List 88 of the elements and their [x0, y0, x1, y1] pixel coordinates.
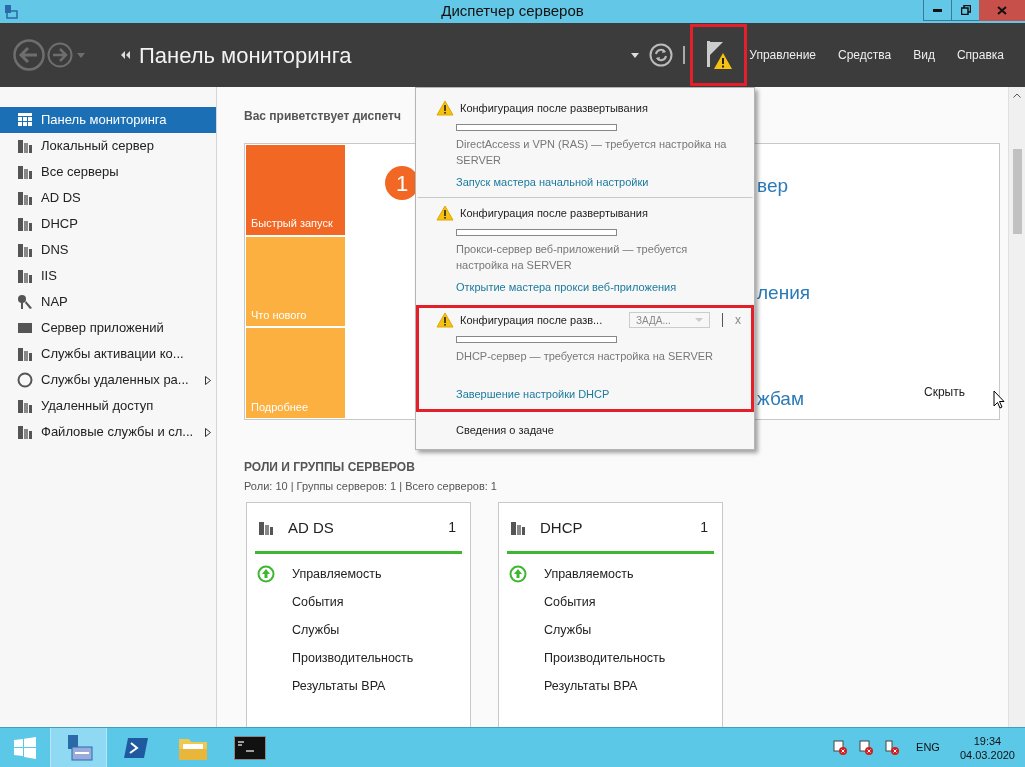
- language-indicator[interactable]: ENG: [916, 739, 940, 756]
- refresh-button[interactable]: [649, 43, 674, 67]
- forward-button[interactable]: [47, 42, 73, 68]
- role-link[interactable]: Управляемость: [544, 564, 634, 584]
- minimize-button[interactable]: [923, 0, 951, 21]
- sidebar-item[interactable]: DNS: [0, 237, 216, 263]
- role-link[interactable]: Результаты BPA: [544, 676, 638, 696]
- terminal-icon: [233, 735, 266, 760]
- notification-title: Конфигурация после развертывания: [460, 205, 648, 221]
- sidebar-item[interactable]: Файловые службы и сл...: [0, 419, 216, 445]
- roles-summary: Роли: 10 | Группы серверов: 1 | Всего серверов: 1: [244, 479, 498, 494]
- taskbar-button[interactable]: [50, 727, 107, 767]
- notification-link[interactable]: Открытие мастера прокси веб-приложения: [456, 279, 677, 296]
- minimize-icon: [933, 8, 942, 12]
- scroll-thumb[interactable]: [1012, 149, 1022, 234]
- role-link[interactable]: Производительность: [544, 648, 666, 668]
- dismiss-button[interactable]: x: [735, 311, 741, 329]
- close-icon: [997, 6, 1007, 15]
- window-icon: [17, 320, 33, 336]
- notification-title: Конфигурация после разв...: [460, 312, 603, 328]
- warning-icon: [436, 312, 454, 328]
- sidebar-item[interactable]: Сервер приложений: [0, 315, 216, 341]
- back-button[interactable]: [13, 39, 45, 71]
- menu-item[interactable]: Управление: [747, 46, 828, 64]
- servers-icon: [258, 519, 274, 536]
- role-count: 1: [448, 518, 456, 538]
- notification-description: DirectAccess и VPN (RAS) — требуется настройка на SERVER: [456, 137, 728, 168]
- welcome-step-text: жбам: [757, 387, 805, 411]
- role-link[interactable]: События: [292, 592, 344, 612]
- warning-icon: [436, 205, 454, 221]
- menu-item[interactable]: Вид: [902, 46, 946, 64]
- section-heading: РОЛИ И ГРУППЫ СЕРВЕРОВ: [244, 459, 416, 476]
- notification-link[interactable]: Запуск мастера начальной настройки: [456, 174, 649, 191]
- caret-icon: [695, 318, 703, 322]
- servers-icon: [17, 164, 33, 180]
- server-manager-icon: [4, 3, 18, 20]
- sidebar-item[interactable]: DHCP: [0, 211, 216, 237]
- sidebar-item[interactable]: Все серверы: [0, 159, 216, 185]
- sidebar-item[interactable]: Локальный сервер: [0, 133, 216, 159]
- warning-icon: [436, 100, 454, 116]
- notification-description: DHCP-сервер — требуется настройка на SERVER: [456, 349, 715, 364]
- window-title: Диспетчер серверов: [441, 1, 584, 22]
- grid-icon: [17, 112, 33, 128]
- role-link[interactable]: Службы: [292, 620, 340, 640]
- task-details-link[interactable]: Сведения о задаче: [456, 422, 554, 439]
- caret-icon: [631, 52, 640, 58]
- restore-icon: [960, 5, 971, 15]
- sidebar-item[interactable]: Удаленный доступ: [0, 393, 216, 419]
- welcome-heading: Вас приветствует диспетч: [244, 108, 401, 125]
- role-link[interactable]: Производительность: [292, 648, 414, 668]
- notification-description: Прокси-сервер веб-приложений — требуется настройка на SERVER: [456, 242, 689, 273]
- welcome-step-text: ления: [757, 280, 811, 305]
- servers-icon: [17, 190, 33, 206]
- key-icon: [17, 294, 33, 310]
- clock-time[interactable]: 19:34: [973, 733, 1002, 748]
- server-icon: [17, 138, 33, 154]
- windows-logo-icon: [14, 736, 36, 759]
- breadcrumb-arrows-icon: [121, 51, 131, 59]
- notification-link[interactable]: Завершение настройки DHCP: [456, 386, 610, 403]
- notification-title: Конфигурация после развертывания: [460, 100, 648, 116]
- circle-icon: [17, 372, 33, 388]
- role-link[interactable]: Службы: [544, 620, 592, 640]
- sidebar-item[interactable]: Панель мониторинга: [0, 107, 216, 133]
- menu-item[interactable]: Средства: [827, 46, 903, 64]
- sidebar-item[interactable]: NAP: [0, 289, 216, 315]
- notifications-flag-button[interactable]: [690, 24, 748, 86]
- role-link[interactable]: Результаты BPA: [292, 676, 386, 696]
- welcome-step-text: вер: [757, 174, 789, 198]
- sidebar-item[interactable]: Службы удаленных ра...: [0, 367, 216, 393]
- role-link[interactable]: События: [544, 592, 596, 612]
- status-up-icon: [509, 565, 527, 583]
- caret-icon: [77, 52, 85, 58]
- close-button[interactable]: [979, 0, 1025, 21]
- chevron-up-icon: [1013, 93, 1021, 98]
- menu-item[interactable]: Справка: [945, 46, 1015, 64]
- role-link[interactable]: Управляемость: [292, 564, 382, 584]
- refresh-icon: [649, 43, 674, 67]
- status-up-icon: [257, 565, 275, 583]
- role-name: DHCP: [540, 517, 583, 538]
- sidebar-item[interactable]: Службы активации ко...: [0, 341, 216, 367]
- clock-date[interactable]: 04.03.2020: [959, 747, 1015, 762]
- sidebar-item[interactable]: AD DS: [0, 185, 216, 211]
- sidebar-item[interactable]: IIS: [0, 263, 216, 289]
- role-name: AD DS: [288, 517, 334, 538]
- page-title: Панель мониторинга: [139, 41, 352, 70]
- hide-link[interactable]: Скрыть: [924, 383, 965, 401]
- powershell-icon: [122, 736, 149, 759]
- role-count: 1: [700, 518, 708, 538]
